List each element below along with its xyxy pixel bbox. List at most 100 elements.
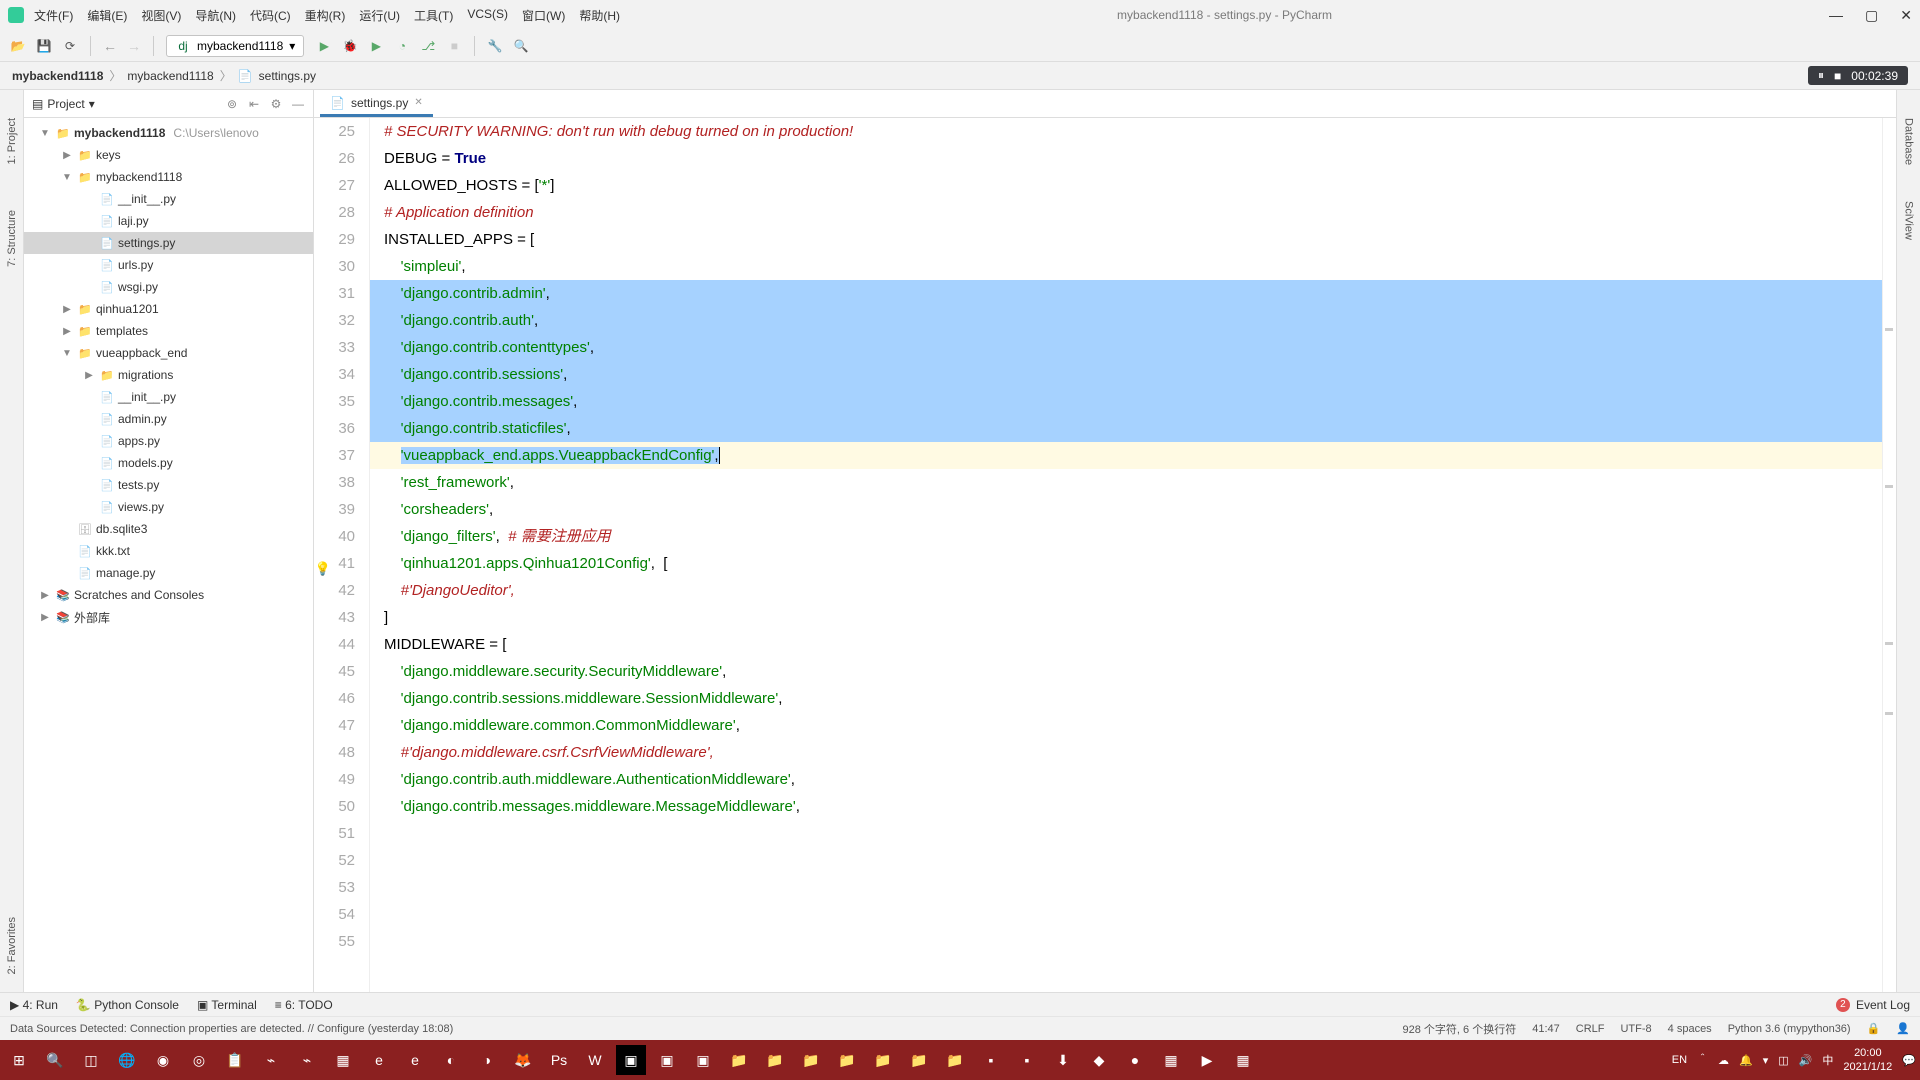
code-line[interactable]: # Application definition bbox=[370, 199, 1882, 226]
tree-arrow-icon[interactable]: ▶ bbox=[38, 612, 52, 623]
app-icon[interactable]: ▣ bbox=[688, 1045, 718, 1075]
stop-icon[interactable]: ■ bbox=[446, 38, 462, 54]
settings-icon[interactable]: 🔧 bbox=[487, 38, 503, 54]
tree-item[interactable]: 📄models.py bbox=[24, 452, 313, 474]
editor-tab-settings[interactable]: 📄 settings.py ✕ bbox=[320, 91, 433, 117]
tree-item[interactable]: 📄views.py bbox=[24, 496, 313, 518]
app-icon[interactable]: ▦ bbox=[328, 1045, 358, 1075]
code-line[interactable]: 'django.contrib.messages.middleware.Mess… bbox=[370, 793, 1882, 820]
explorer-icon[interactable]: 📁 bbox=[760, 1045, 790, 1075]
ie-icon[interactable]: e bbox=[400, 1045, 430, 1075]
tab-close-icon[interactable]: ✕ bbox=[414, 97, 422, 108]
tab-run[interactable]: ▶ 4: Run bbox=[10, 998, 58, 1012]
tree-item[interactable]: ▶📁keys bbox=[24, 144, 313, 166]
tree-item[interactable]: 📄tests.py bbox=[24, 474, 313, 496]
tree-arrow-icon[interactable]: ▶ bbox=[60, 326, 74, 337]
code-line[interactable]: 'simpleui', bbox=[370, 253, 1882, 280]
menu-item[interactable]: 重构(R) bbox=[305, 7, 346, 24]
terminal-icon[interactable]: ▪ bbox=[976, 1045, 1006, 1075]
menu-item[interactable]: 代码(C) bbox=[250, 7, 291, 24]
status-eol[interactable]: CRLF bbox=[1576, 1023, 1605, 1035]
menu-item[interactable]: 文件(F) bbox=[34, 7, 73, 24]
explorer-icon[interactable]: 📁 bbox=[868, 1045, 898, 1075]
tab-python-console[interactable]: 🐍 Python Console bbox=[76, 998, 179, 1012]
tray-chevron-icon[interactable]: ＾ bbox=[1697, 1052, 1708, 1068]
locate-icon[interactable]: ⊚ bbox=[225, 97, 239, 111]
code-line[interactable]: 'corsheaders', bbox=[370, 496, 1882, 523]
app-icon[interactable]: ◑ bbox=[472, 1045, 502, 1075]
tree-item[interactable]: 📄urls.py bbox=[24, 254, 313, 276]
explorer-icon[interactable]: 📁 bbox=[940, 1045, 970, 1075]
tray-icon[interactable]: ▾ bbox=[1763, 1054, 1769, 1067]
code-line[interactable]: ] bbox=[370, 604, 1882, 631]
code-line[interactable]: 'django.middleware.common.CommonMiddlewa… bbox=[370, 712, 1882, 739]
code-line[interactable]: INSTALLED_APPS = [ bbox=[370, 226, 1882, 253]
code-line[interactable]: 'rest_framework', bbox=[370, 469, 1882, 496]
error-stripe[interactable] bbox=[1882, 118, 1896, 992]
nav-forward-icon[interactable]: → bbox=[127, 38, 141, 54]
settings-gear-icon[interactable]: ⚙ bbox=[269, 97, 283, 111]
project-panel-title[interactable]: ▤ Project ▾ bbox=[32, 97, 95, 111]
tree-item[interactable]: ▼📁mybackend1118 bbox=[24, 166, 313, 188]
open-file-icon[interactable]: 📂 bbox=[10, 38, 26, 54]
breadcrumb[interactable]: mybackend1118 bbox=[12, 69, 103, 83]
menu-item[interactable]: 运行(U) bbox=[359, 7, 400, 24]
search-icon[interactable]: 🔍 bbox=[513, 38, 529, 54]
code-line[interactable]: 'django.contrib.sessions', bbox=[370, 361, 1882, 388]
hide-icon[interactable]: — bbox=[291, 97, 305, 111]
code-line[interactable]: MIDDLEWARE = [ bbox=[370, 631, 1882, 658]
status-interpreter[interactable]: Python 3.6 (mypython36) bbox=[1728, 1023, 1851, 1035]
explorer-icon[interactable]: 📁 bbox=[832, 1045, 862, 1075]
code-line[interactable]: # SECURITY WARNING: don't run with debug… bbox=[370, 118, 1882, 145]
app-icon[interactable]: ▦ bbox=[1156, 1045, 1186, 1075]
tree-item[interactable]: 📄__init__.py bbox=[24, 386, 313, 408]
app-icon[interactable]: 📋 bbox=[220, 1045, 250, 1075]
tree-item[interactable]: 📄__init__.py bbox=[24, 188, 313, 210]
breadcrumb[interactable]: mybackend1118 bbox=[127, 69, 213, 83]
code-area[interactable]: 25262728293031323334353637383940💡4142434… bbox=[314, 118, 1896, 992]
status-encoding[interactable]: UTF-8 bbox=[1620, 1023, 1651, 1035]
tree-item[interactable]: 📄settings.py bbox=[24, 232, 313, 254]
code-line[interactable]: 'qinhua1201.apps.Qinhua1201Config', [ bbox=[370, 550, 1882, 577]
collapse-icon[interactable]: ⇤ bbox=[247, 97, 261, 111]
tree-item[interactable]: 📄manage.py bbox=[24, 562, 313, 584]
taskbar-clock[interactable]: 20:00 2021/1/12 bbox=[1843, 1046, 1892, 1074]
app-icon[interactable]: ◆ bbox=[1084, 1045, 1114, 1075]
tab-database[interactable]: Database bbox=[1903, 110, 1915, 173]
menu-item[interactable]: 工具(T) bbox=[414, 7, 453, 24]
lock-icon[interactable]: 🔒 bbox=[1867, 1022, 1881, 1035]
explorer-icon[interactable]: 📁 bbox=[724, 1045, 754, 1075]
code-line[interactable]: 'django.middleware.security.SecurityMidd… bbox=[370, 658, 1882, 685]
app-icon[interactable]: ⬇ bbox=[1048, 1045, 1078, 1075]
code-line[interactable]: 'django.contrib.staticfiles', bbox=[370, 415, 1882, 442]
code-line[interactable]: 'django.contrib.contenttypes', bbox=[370, 334, 1882, 361]
maximize-icon[interactable]: ▢ bbox=[1865, 7, 1878, 24]
code-line[interactable]: 'vueappback_end.apps.VueappbackEndConfig… bbox=[370, 442, 1882, 469]
code-line[interactable]: 'django.contrib.messages', bbox=[370, 388, 1882, 415]
concurrency-icon[interactable]: ⎇ bbox=[420, 38, 436, 54]
chrome-icon[interactable]: ◉ bbox=[148, 1045, 178, 1075]
app-icon[interactable]: 🌐 bbox=[112, 1045, 142, 1075]
tab-event-log[interactable]: Event Log bbox=[1856, 998, 1910, 1012]
app-icon[interactable]: ◎ bbox=[184, 1045, 214, 1075]
ime-icon[interactable]: EN bbox=[1672, 1054, 1687, 1066]
volume-icon[interactable]: 🔊 bbox=[1799, 1054, 1813, 1067]
tree-item[interactable]: 📄admin.py bbox=[24, 408, 313, 430]
network-icon[interactable]: ◫ bbox=[1778, 1054, 1788, 1067]
refresh-icon[interactable]: ⟳ bbox=[62, 38, 78, 54]
tree-item[interactable]: 📄laji.py bbox=[24, 210, 313, 232]
close-icon[interactable]: ✕ bbox=[1900, 7, 1912, 24]
breadcrumb[interactable]: settings.py bbox=[259, 69, 316, 83]
menu-item[interactable]: 视图(V) bbox=[141, 7, 181, 24]
tree-item[interactable]: 📄apps.py bbox=[24, 430, 313, 452]
status-indent[interactable]: 4 spaces bbox=[1668, 1023, 1712, 1035]
hector-icon[interactable]: 👤 bbox=[1896, 1022, 1910, 1035]
code-line[interactable]: 'django.contrib.admin', bbox=[370, 280, 1882, 307]
terminal-icon[interactable]: ▪ bbox=[1012, 1045, 1042, 1075]
tab-structure[interactable]: 7: Structure bbox=[6, 202, 18, 275]
profile-icon[interactable]: ◔ bbox=[394, 38, 410, 54]
code-line[interactable]: #'DjangoUeditor', bbox=[370, 577, 1882, 604]
tree-arrow-icon[interactable]: ▼ bbox=[60, 348, 74, 359]
tree-item[interactable]: ▶📁templates bbox=[24, 320, 313, 342]
tab-project[interactable]: 1: Project bbox=[6, 110, 18, 172]
